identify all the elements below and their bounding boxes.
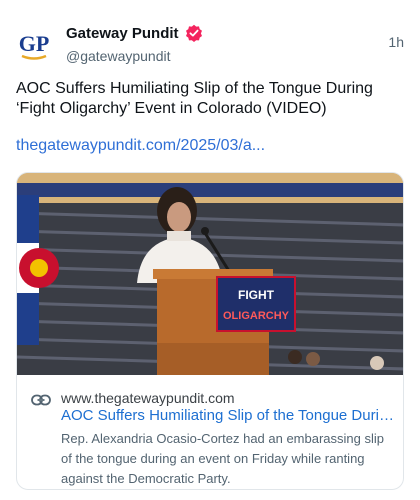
post-link[interactable]: thegatewaypundit.com/2025/03/a...	[16, 137, 265, 155]
sign-text-line2: OLIGARCHY	[223, 310, 290, 322]
author-display-name[interactable]: Gateway Pundit	[66, 25, 179, 42]
post-timestamp[interactable]: 1h	[388, 34, 404, 50]
author-avatar[interactable]: GP	[14, 24, 54, 64]
link-preview-card[interactable]: FIGHT OLIGARCHY www.thegatewaypundit.com…	[16, 172, 404, 490]
post-author: Gateway Pundit @gatewaypundit	[66, 24, 203, 64]
social-post: GP Gateway Pundit @gatewaypundit 1h AOC …	[0, 0, 420, 500]
card-domain: www.thegatewaypundit.com	[61, 390, 235, 406]
avatar-logo-text: GP	[19, 31, 50, 56]
sign-text-line1: FIGHT	[238, 288, 275, 302]
card-image[interactable]: FIGHT OLIGARCHY	[17, 173, 403, 375]
author-handle[interactable]: @gatewaypundit	[66, 48, 203, 64]
link-icon	[31, 394, 51, 406]
post-text: AOC Suffers Humiliating Slip of the Tong…	[16, 80, 373, 117]
card-body[interactable]: www.thegatewaypundit.com AOC Suffers Hum…	[17, 375, 403, 489]
card-description: Rep. Alexandria Ocasio-Cortez had an emb…	[61, 431, 385, 486]
card-title[interactable]: AOC Suffers Humiliating Slip of the Tong…	[61, 407, 397, 424]
gp-logo-icon: GP	[19, 31, 50, 60]
verified-badge-icon	[185, 24, 203, 42]
